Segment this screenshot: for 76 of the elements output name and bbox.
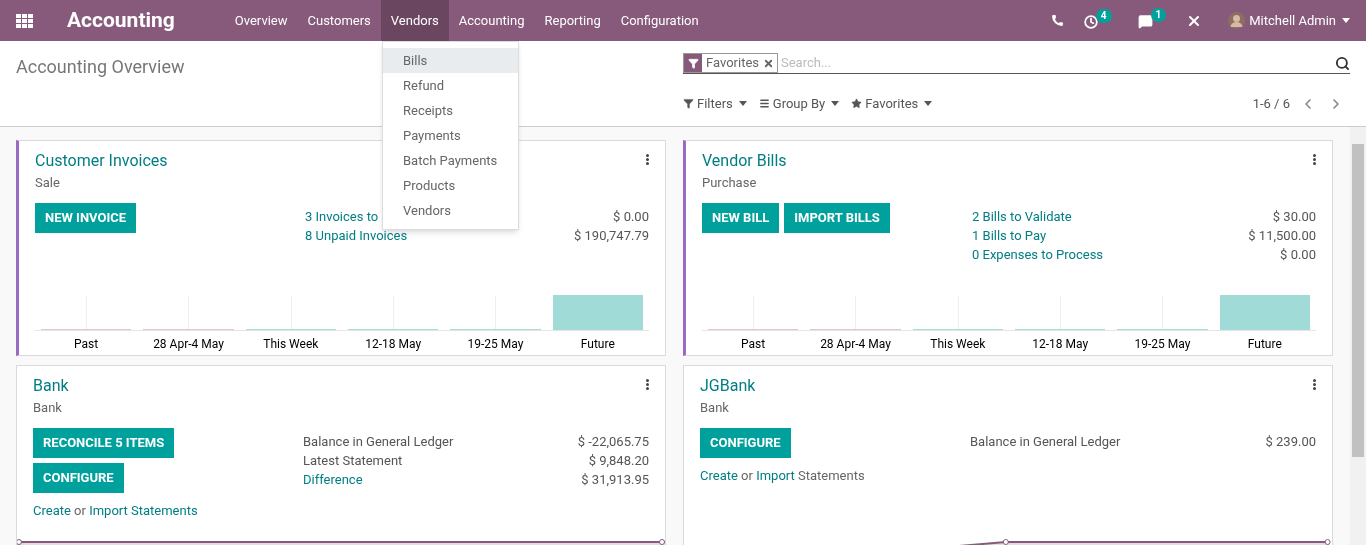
nav-menu-item[interactable]: Configuration (610, 0, 709, 41)
action-button[interactable]: NEW INVOICE (35, 202, 137, 233)
chart-label: 28 Apr-4 May (820, 337, 891, 351)
card-title[interactable]: JGBank (700, 375, 756, 397)
stat-value: $ 31,913.95 (581, 470, 649, 489)
stat-value: $ 239.00 (1265, 432, 1316, 451)
action-button[interactable]: NEW BILL (702, 202, 780, 233)
statements-text: Create or Import Statements (33, 501, 198, 520)
chart-label: Past (74, 337, 99, 351)
stat-value: $ 9,848.20 (588, 451, 649, 470)
stat-link[interactable]: 3 Invoices to (305, 206, 379, 226)
stat-label: Latest Statement (303, 451, 403, 470)
stat-link[interactable]: 0 Expenses to Process (972, 244, 1104, 264)
chart-label: 12-18 May (365, 337, 422, 351)
action-button[interactable]: RECONCILE 5 ITEMS (33, 427, 175, 458)
stat-value: $ 0.00 (613, 207, 649, 226)
card-title[interactable]: Vendor Bills (702, 150, 787, 172)
statements-link[interactable]: Import (756, 467, 795, 483)
statements-link[interactable]: Import Statements (89, 502, 198, 518)
search-input[interactable]: Search... (781, 53, 1335, 73)
card-title[interactable]: Bank (33, 375, 69, 397)
action-button[interactable]: CONFIGURE (700, 427, 791, 458)
user-name: Mitchell Admin (1249, 11, 1336, 30)
action-button[interactable]: CONFIGURE (33, 462, 124, 493)
messages-badge: 1 (1150, 8, 1167, 22)
chart-label: Future (580, 337, 615, 351)
card-subtitle: Bank (700, 399, 729, 417)
activity-badge: 4 (1095, 8, 1112, 23)
card-subtitle: Bank (33, 399, 62, 417)
stat-value: $ 0.00 (1280, 245, 1316, 264)
filter-dropdown[interactable]: Filters (683, 94, 747, 114)
dropdown-item[interactable]: Refund (383, 73, 518, 98)
facet-label: Favorites (705, 54, 760, 73)
stat-value: $ 30.00 (1272, 207, 1316, 226)
chart-label: This Week (930, 337, 986, 351)
statements-link[interactable]: Create (700, 467, 738, 483)
dropdown-item[interactable]: Payments (383, 123, 518, 148)
card-subtitle: Sale (35, 174, 60, 192)
statements-link[interactable]: Create (33, 502, 71, 518)
filter-dropdown[interactable]: Group By (758, 94, 840, 114)
stat-link[interactable]: 1 Bills to Pay (972, 225, 1047, 245)
action-button[interactable]: IMPORT BILLS (784, 202, 890, 233)
dropdown-item[interactable]: Vendors (383, 198, 518, 223)
chart-label: 12-18 May (1032, 337, 1089, 351)
dropdown-item[interactable]: Products (383, 173, 518, 198)
chart-label: 19-25 May (1134, 337, 1191, 351)
dropdown-item[interactable]: Bills (383, 48, 518, 73)
search-field[interactable]: Favorites Search... (683, 53, 1350, 74)
card-title[interactable]: Customer Invoices (35, 150, 168, 172)
dropdown-item[interactable]: Batch Payments (383, 148, 518, 173)
nav-menu-item[interactable]: Customers (297, 0, 381, 41)
stat-value: $ 190,747.79 (574, 226, 649, 245)
nav-menu-item[interactable]: Vendors (380, 0, 449, 41)
statements-text: Create or Import Statements (700, 466, 865, 485)
stat-label: Balance in General Ledger (970, 432, 1121, 451)
stat-link[interactable]: 8 Unpaid Invoices (305, 225, 408, 245)
app-brand[interactable]: Accounting (67, 4, 175, 37)
stat-value: $ 11,500.00 (1248, 226, 1316, 245)
chart-label: 28 Apr-4 May (153, 337, 224, 351)
nav-menu-item[interactable]: Overview (224, 0, 298, 41)
nav-menu-item[interactable]: Accounting (448, 0, 535, 41)
stat-link[interactable]: 2 Bills to Validate (972, 206, 1072, 226)
page-title: Accounting Overview (16, 56, 185, 77)
user-menu[interactable]: Mitchell Admin (1228, 10, 1350, 31)
stat-label: Balance in General Ledger (303, 432, 454, 451)
pager-value: 1-6 / 6 (1252, 95, 1290, 113)
nav-menu-item[interactable]: Reporting (534, 0, 611, 41)
dropdown-item[interactable]: Receipts (383, 98, 518, 123)
chart-label: This Week (263, 337, 319, 351)
stat-value: $ -22,065.75 (577, 432, 649, 451)
filter-dropdown[interactable]: Favorites (851, 94, 933, 114)
chart-label: 19-25 May (467, 337, 524, 351)
stat-link[interactable]: Difference (303, 469, 363, 489)
card-subtitle: Purchase (702, 174, 757, 192)
chart-label: Past (741, 337, 766, 351)
chart-label: Future (1247, 337, 1282, 351)
